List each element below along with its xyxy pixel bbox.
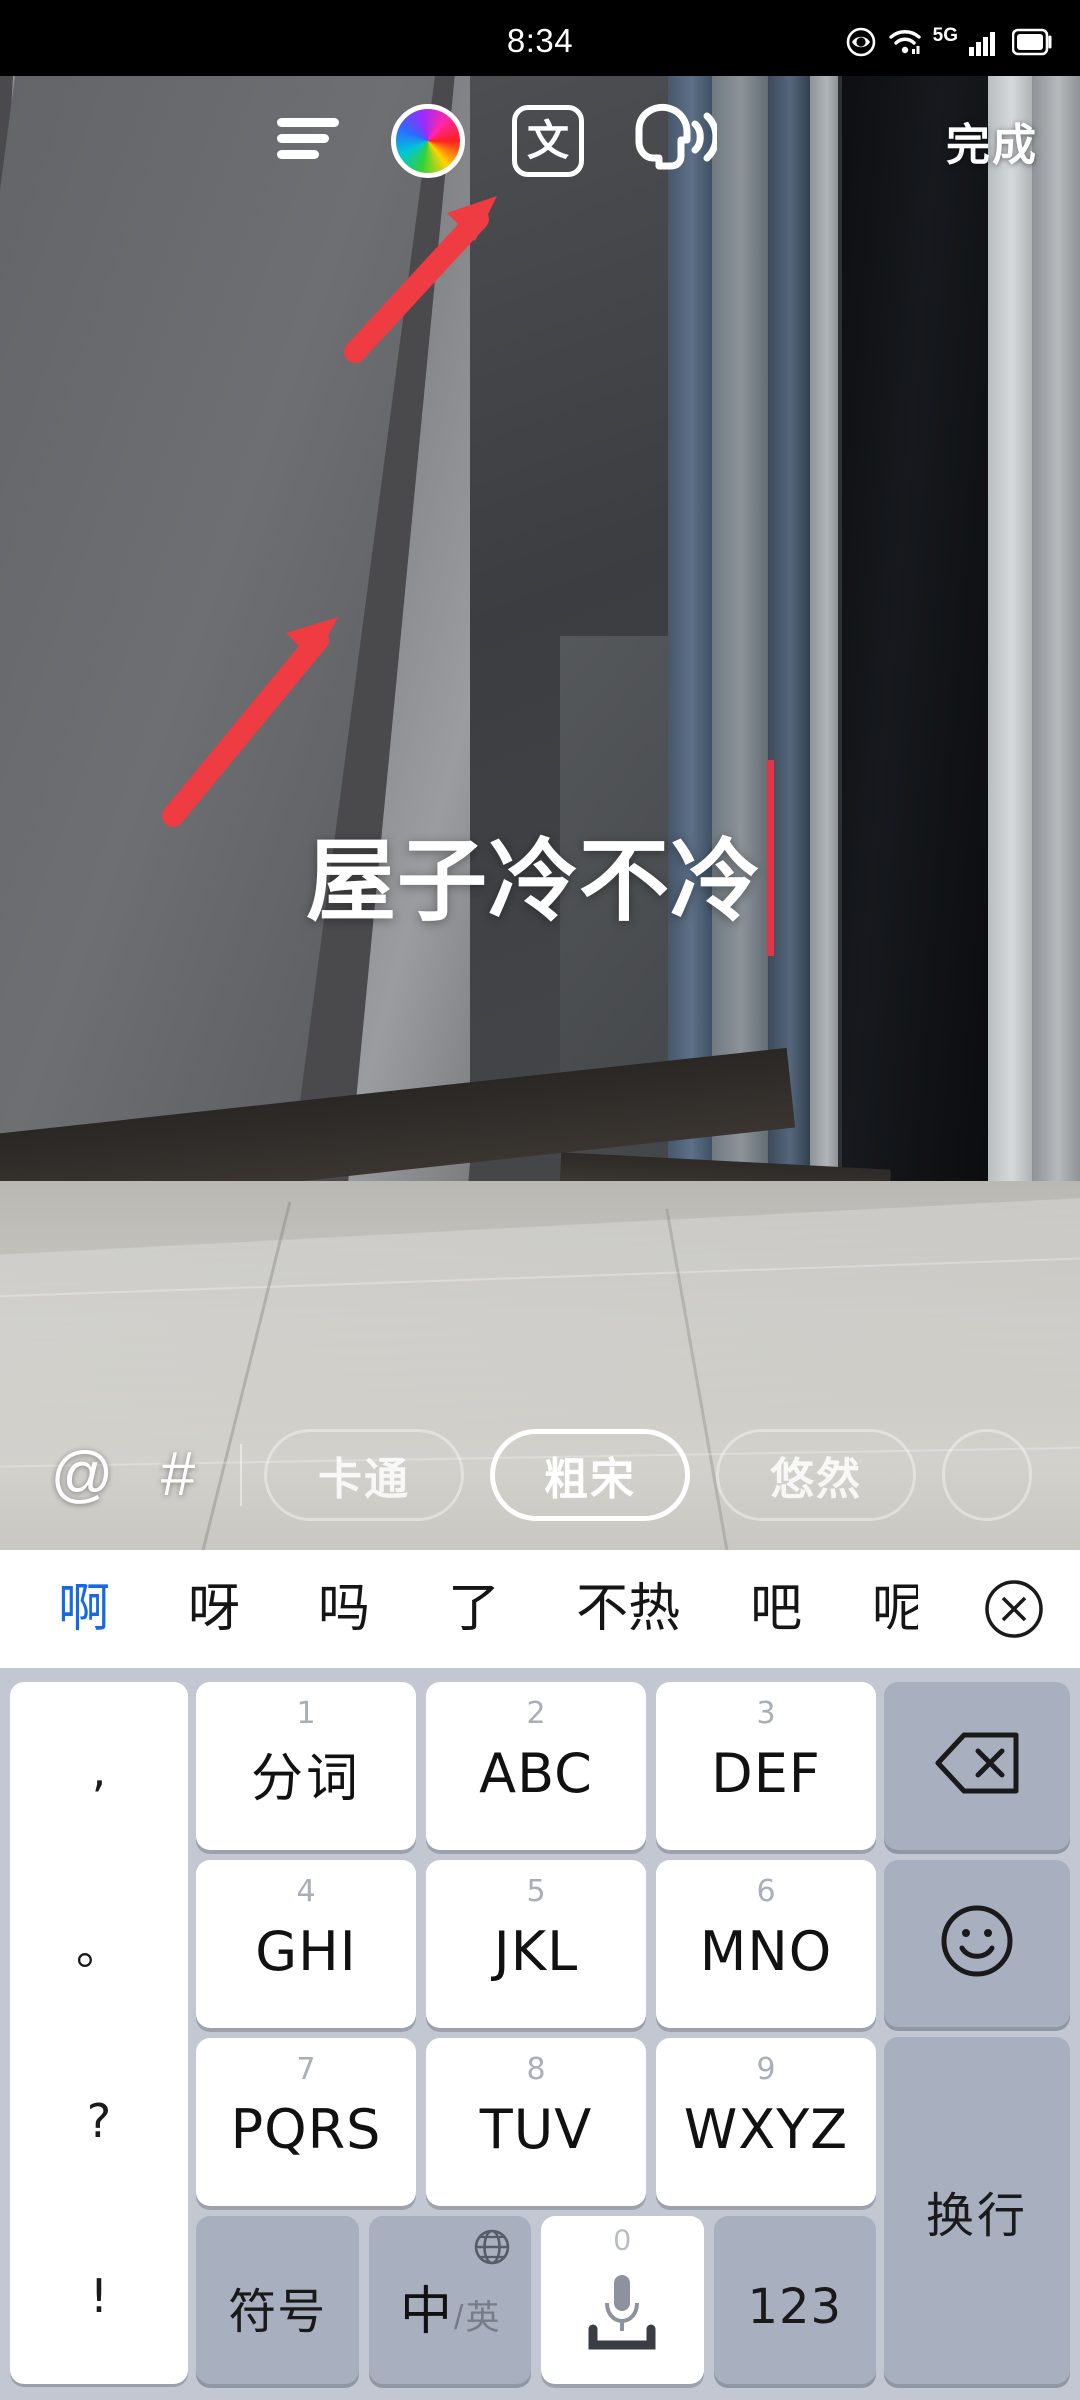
keypad-main: 1 分词 2 ABC 3 DEF 4 GHI 5 JKL 6 MNO 7 PQR…: [196, 1682, 876, 2384]
font-chip-3[interactable]: [942, 1429, 1032, 1521]
close-candidates-button[interactable]: [978, 1573, 1050, 1645]
candidate-3[interactable]: 了: [448, 1583, 500, 1635]
key-label: GHI: [255, 1919, 357, 1983]
keypad-row-4: 符号 中 / 英 0 123: [196, 2216, 876, 2384]
wifi-icon: [888, 27, 922, 57]
overlay-text-value: 屋子冷不冷: [306, 828, 761, 934]
key-label: TUV: [479, 2097, 593, 2161]
text-overlay[interactable]: 屋子冷不冷: [306, 760, 774, 956]
key-2[interactable]: 2 ABC: [426, 1682, 646, 1850]
key-label: 换行: [925, 2187, 1028, 2244]
align-icon: [277, 116, 339, 167]
candidate-4[interactable]: 不热: [576, 1583, 680, 1635]
text-caret: [767, 760, 774, 956]
emoji-icon: [938, 1902, 1016, 1985]
font-chip-1[interactable]: 粗宋: [490, 1429, 690, 1521]
text-to-speech-icon: [625, 100, 720, 183]
key-label: MNO: [699, 1919, 833, 1983]
key-number: 6: [756, 1874, 776, 1909]
key-number: 0: [613, 2224, 631, 2257]
ime-keyboard: , 。 ? ! 1 分词 2 ABC 3 DEF 4 GHI 5 JKL 6 M…: [0, 1668, 1080, 2400]
close-circle-icon: [985, 1580, 1043, 1638]
done-button[interactable]: 完成: [946, 109, 1038, 173]
candidate-1[interactable]: 呀: [188, 1583, 240, 1635]
key-number: 4: [296, 1874, 316, 1909]
battery-icon: [1012, 28, 1054, 56]
key-label: PQRS: [230, 2097, 382, 2161]
key-8[interactable]: 8 TUV: [426, 2038, 646, 2206]
key-question[interactable]: ?: [10, 2033, 188, 2209]
key-label: DEF: [711, 1741, 821, 1805]
key-label-en: 英: [465, 2298, 500, 2337]
key-number: 1: [296, 1696, 316, 1731]
key-7[interactable]: 7 PQRS: [196, 2038, 416, 2206]
key-label-slash: /: [454, 2298, 464, 2337]
key-comma[interactable]: ,: [10, 1682, 188, 1858]
key-number: 3: [756, 1696, 776, 1731]
key-enter[interactable]: 换行: [884, 2037, 1070, 2384]
key-number: 2: [526, 1696, 546, 1731]
5g-icon: 5G: [932, 24, 958, 46]
candidate-5[interactable]: 吧: [750, 1583, 802, 1635]
text-color-button[interactable]: [380, 93, 476, 189]
key-emoji[interactable]: [884, 1859, 1070, 2028]
keypad-row-3: 7 PQRS 8 TUV 9 WXYZ: [196, 2038, 876, 2206]
key-3[interactable]: 3 DEF: [656, 1682, 876, 1850]
hashtag-button[interactable]: #: [130, 1427, 226, 1523]
color-wheel-icon: [391, 104, 465, 178]
status-icons: 5G: [845, 26, 1054, 58]
key-4[interactable]: 4 GHI: [196, 1860, 416, 2028]
ime-candidate-bar: 啊 呀 吗 了 不热 吧 呢: [0, 1550, 1080, 1668]
candidate-6[interactable]: 呢: [872, 1583, 918, 1635]
key-label: 分词: [250, 1748, 361, 1809]
globe-icon: [473, 2228, 511, 2271]
divider: [240, 1444, 242, 1506]
key-space[interactable]: 0: [541, 2216, 704, 2384]
signal-icon: [969, 28, 1001, 56]
key-language-toggle[interactable]: 中 / 英: [368, 2216, 531, 2384]
font-chip-2[interactable]: 悠然: [716, 1429, 916, 1521]
mention-button[interactable]: @: [34, 1427, 130, 1523]
key-number: 8: [526, 2052, 546, 2087]
eye-care-icon: [845, 26, 877, 58]
key-5[interactable]: 5 JKL: [426, 1860, 646, 2028]
keypad-right-column: 换行: [884, 1682, 1070, 2384]
candidate-0[interactable]: 啊: [58, 1583, 110, 1635]
keypad-row-1: 1 分词 2 ABC 3 DEF: [196, 1682, 876, 1850]
punctuation-column: , 。 ? !: [10, 1682, 188, 2384]
key-label: 123: [747, 2279, 843, 2335]
status-bar: 8:34 5G: [0, 0, 1080, 76]
key-number: 5: [526, 1874, 546, 1909]
keypad-row-2: 4 GHI 5 JKL 6 MNO: [196, 1860, 876, 2028]
key-1[interactable]: 1 分词: [196, 1682, 416, 1850]
microphone-icon: [577, 2269, 667, 2358]
text-align-button[interactable]: [260, 93, 356, 189]
key-numeric[interactable]: 123: [713, 2216, 876, 2384]
language-icon: 文: [512, 105, 584, 177]
font-style-bar: @ # 卡通 粗宋 悠然: [0, 1400, 1080, 1550]
font-chip-0[interactable]: 卡通: [264, 1429, 464, 1521]
key-backspace[interactable]: [884, 1682, 1070, 1850]
backspace-icon: [934, 1731, 1020, 1800]
key-label-zh: 中: [400, 2282, 453, 2341]
key-6[interactable]: 6 MNO: [656, 1860, 876, 2028]
key-label: ABC: [479, 1741, 593, 1805]
key-exclaim[interactable]: !: [10, 2209, 188, 2385]
key-label: WXYZ: [683, 2097, 849, 2161]
key-number: 9: [756, 2052, 776, 2087]
key-period[interactable]: 。: [10, 1858, 188, 2034]
phone-screen: 文 完成 屋子冷不冷 @ # 卡通 粗宋 悠然 啊 呀 吗 了 不热 吧 呢 ,…: [0, 0, 1080, 2400]
text-to-speech-button[interactable]: [616, 93, 726, 189]
key-label: JKL: [493, 1919, 579, 1983]
editor-toolbar: 文 完成: [0, 76, 1080, 206]
language-style-button[interactable]: 文: [500, 93, 596, 189]
key-number: 7: [296, 2052, 316, 2087]
candidate-2[interactable]: 吗: [318, 1583, 370, 1635]
key-9[interactable]: 9 WXYZ: [656, 2038, 876, 2206]
key-symbols[interactable]: 符号: [196, 2216, 359, 2384]
key-label: 符号: [228, 2284, 327, 2340]
